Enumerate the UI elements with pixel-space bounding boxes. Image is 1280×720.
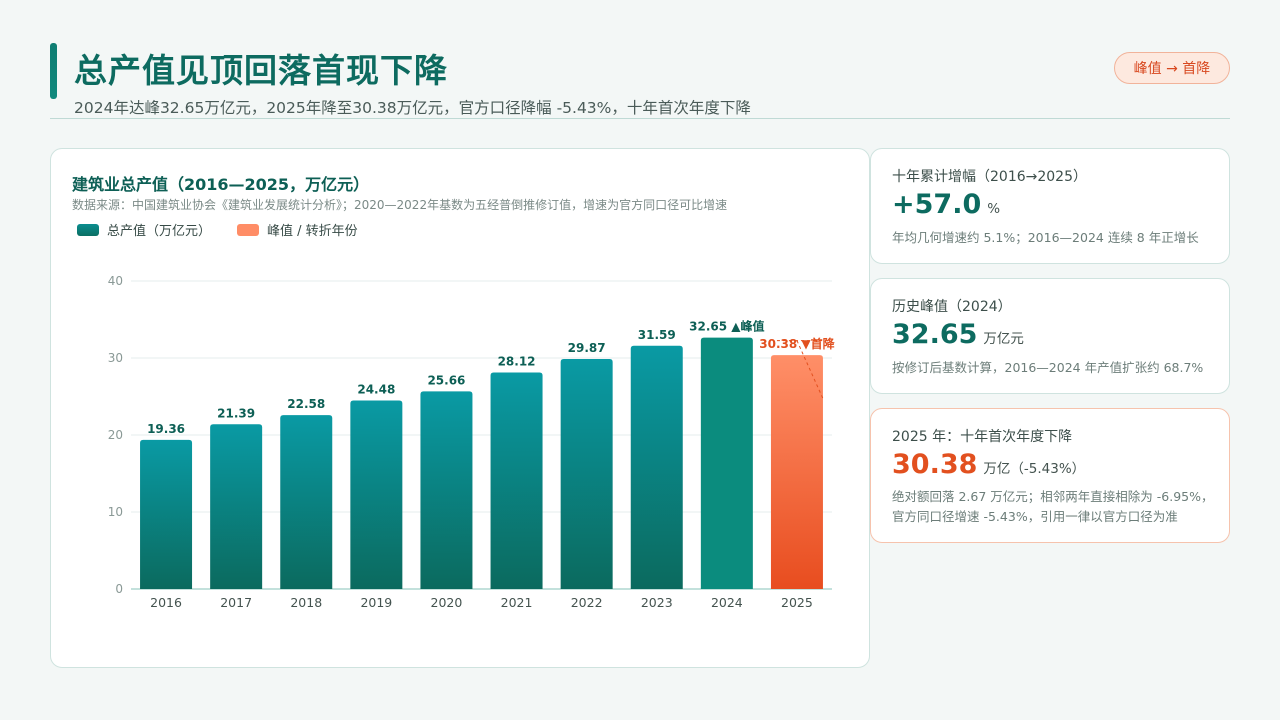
x-tick-label: 2020 <box>431 595 463 610</box>
kpi-card-growth: 十年累计增幅（2016→2025） +57.0 % 年均几何增速约 5.1%；2… <box>870 148 1230 264</box>
x-tick-label: 2021 <box>501 595 533 610</box>
kpi-number-peak: 32.65 <box>892 319 978 350</box>
kpi-card-peak: 历史峰值（2024） 32.65 万亿元 按修订后基数计算，2016—2024 … <box>870 278 1230 394</box>
kpi-note-decline-line-2: 官方同口径增速 -5.43%，引用一律以官方口径为准 <box>892 509 1178 524</box>
y-tick-label: 30 <box>108 351 123 365</box>
y-tick-label: 40 <box>108 274 123 288</box>
kpi-unit-peak: 万亿元 <box>983 331 1024 347</box>
x-tick-label: 2017 <box>220 595 252 610</box>
bar-2025 <box>770 355 823 589</box>
data-label-2018: 22.58 <box>287 397 325 411</box>
kpi-number-decline: 30.38 <box>892 449 978 480</box>
kpi-card-decline: 2025 年：十年首次年度下降 30.38 万亿（-5.43%） 绝对额回落 2… <box>870 408 1230 543</box>
data-label-2024: 32.65 ▲峰值 <box>689 319 764 334</box>
kpi-label-peak: 历史峰值（2024） <box>892 299 1012 315</box>
kpi-number-growth: +57.0 <box>892 189 982 220</box>
data-label-2017: 21.39 <box>217 406 255 420</box>
x-tick-label: 2022 <box>571 595 603 610</box>
data-label-2023: 31.59 <box>638 328 676 342</box>
kpi-label-growth: 十年累计增幅（2016→2025） <box>892 169 1087 185</box>
title-accent-bar <box>50 43 57 99</box>
bar-2020 <box>420 391 473 589</box>
page-title: 总产值见顶回落首现下降 <box>74 51 448 90</box>
kpi-unit-decline: 万亿（-5.43%） <box>983 461 1086 477</box>
y-tick-label: 20 <box>108 428 123 442</box>
data-label-2020: 25.66 <box>427 373 465 387</box>
data-label-2019: 24.48 <box>357 383 395 397</box>
bar-2019 <box>350 400 403 589</box>
bar-2016 <box>140 439 193 589</box>
kpi-unit-growth: % <box>987 201 1001 217</box>
kpi-note-growth: 年均几何增速约 5.1%；2016—2024 连续 8 年正增长 <box>892 230 1199 245</box>
data-label-2021: 28.12 <box>498 354 536 368</box>
kpi-note-decline: 绝对额回落 2.67 万亿元；相邻两年直接相除为 -6.95%， 官方同口径增速… <box>892 487 1213 527</box>
x-tick-label: 2018 <box>290 595 322 610</box>
header-divider <box>50 118 1230 119</box>
kpi-label-decline: 2025 年：十年首次年度下降 <box>892 429 1073 445</box>
y-tick-label: 0 <box>115 582 123 596</box>
kpi-value-decline: 30.38 万亿（-5.43%） <box>892 449 1085 480</box>
bar-chart: 0 10 20 30 40 2016 19.36 2017 21.39 2018 22.58 2019… <box>108 274 836 610</box>
y-tick-label: 10 <box>108 505 123 519</box>
kpi-note-peak: 按修订后基数计算，2016—2024 年产值扩张约 68.7% <box>892 360 1204 375</box>
x-tick-label: 2024 <box>711 595 743 610</box>
bar-2022 <box>560 359 613 589</box>
trend-badge: 峰值 → 首降 <box>1114 52 1230 84</box>
page-subtitle: 2024年达峰32.65万亿元，2025年降至30.38万亿元，官方口径降幅 -… <box>74 99 751 117</box>
bar-2018 <box>280 415 333 589</box>
bar-2021 <box>490 372 543 589</box>
data-label-2016: 19.36 <box>147 422 185 436</box>
data-label-2022: 29.87 <box>568 341 606 355</box>
x-tick-label: 2019 <box>360 595 392 610</box>
bar-2017 <box>210 424 263 589</box>
x-tick-label: 2023 <box>641 595 673 610</box>
kpi-value-growth: +57.0 % <box>892 189 1000 220</box>
chart-card: 建筑业总产值（2016—2025，万亿元） 数据来源：中国建筑业协会《建筑业发展… <box>50 148 870 668</box>
x-tick-label: 2025 <box>781 595 813 610</box>
data-label-2025: 30.38 ▼首降 <box>759 336 835 351</box>
x-tick-label: 2016 <box>150 595 182 610</box>
bar-2023 <box>630 345 683 589</box>
bar-2024 <box>700 337 753 589</box>
kpi-note-decline-line-1: 绝对额回落 2.67 万亿元；相邻两年直接相除为 -6.95%， <box>892 489 1214 504</box>
kpi-value-peak: 32.65 万亿元 <box>892 319 1024 350</box>
